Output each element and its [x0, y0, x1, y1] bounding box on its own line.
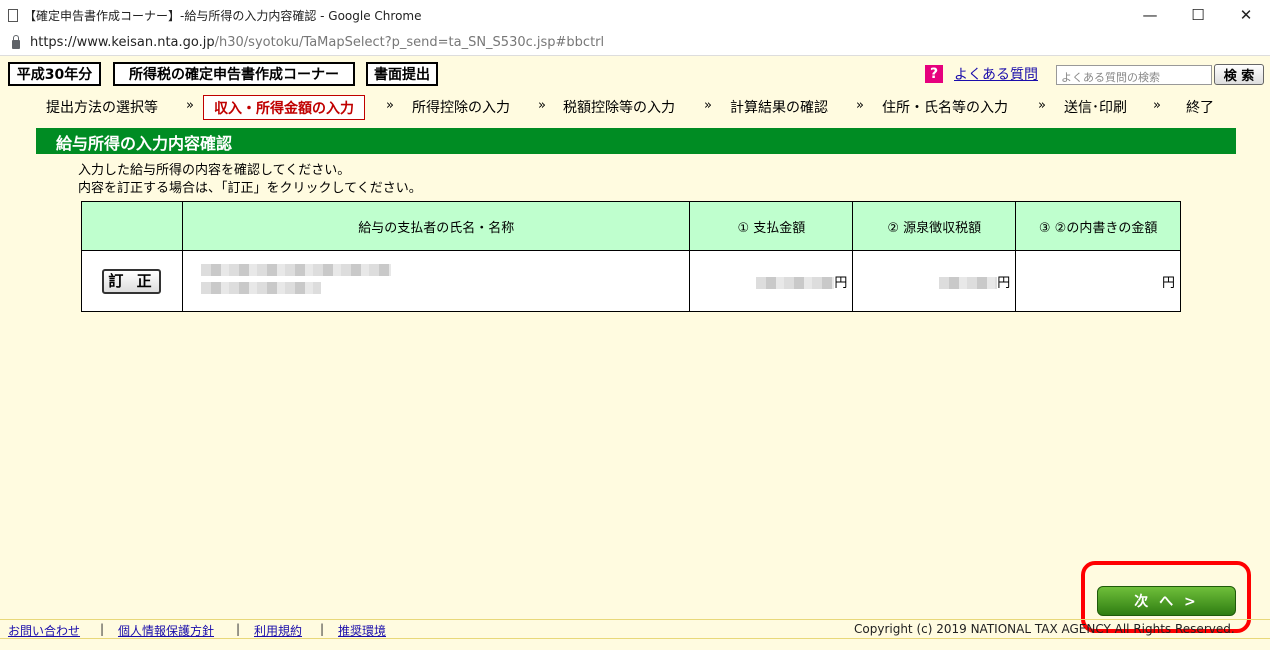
inner-amount-cell: 円 [1015, 250, 1181, 312]
footer-link-contact[interactable]: お問い合わせ [8, 622, 80, 639]
address-bar[interactable]: https://www.keisan.nta.go.jp/h30/syotoku… [0, 30, 1270, 56]
lock-icon [12, 34, 20, 49]
step-separator: » [186, 98, 194, 113]
column-header [81, 201, 183, 251]
column-header-withholding-tax: ② 源泉徴収税額 [852, 201, 1017, 251]
minimize-button[interactable]: — [1126, 0, 1174, 30]
faq-search-input[interactable]: よくある質問の検索 [1056, 65, 1212, 85]
column-header-payment-amount: ① 支払金額 [689, 201, 854, 251]
payment-amount-cell: 円 [689, 250, 854, 312]
step-separator: » [704, 98, 712, 113]
footer-separator: | [236, 622, 241, 636]
window-title: 【確定申告書作成コーナー】-給与所得の入力内容確認 - Google Chrom… [24, 8, 422, 23]
column-header-inner-amount: ③ ②の内書きの金額 [1015, 201, 1181, 251]
table-row: 訂 正 円 円 円 [81, 250, 1181, 312]
step-submission-method: 提出方法の選択等 [46, 100, 158, 116]
footer-link-terms[interactable]: 利用規約 [254, 622, 302, 639]
faq-link[interactable]: よくある質問 [954, 64, 1038, 84]
payer-name-cell [181, 250, 691, 312]
submission-mode-label: 書面提出 [366, 62, 438, 86]
tax-year-label: 平成30年分 [8, 62, 101, 86]
correct-button[interactable]: 訂 正 [102, 268, 162, 294]
step-deductions: 所得控除の入力 [412, 100, 510, 116]
footer-separator: | [100, 622, 105, 636]
yen-unit: 円 [834, 275, 848, 291]
page-icon [8, 8, 18, 22]
table-cell: 訂 正 [81, 250, 183, 312]
redacted-amount [756, 277, 835, 289]
step-separator: » [386, 98, 394, 113]
url-path: /h30/syotoku/TaMapSelect?p_send=ta_SN_S5… [214, 35, 605, 50]
step-address-name: 住所・氏名等の入力 [882, 100, 1008, 116]
step-separator: » [1038, 98, 1046, 113]
table-header-row: 給与の支払者の氏名・名称 ① 支払金額 ② 源泉徴収税額 ③ ②の内書きの金額 [81, 201, 1181, 251]
yen-unit: 円 [1161, 275, 1175, 291]
redacted-payer-name [200, 264, 391, 276]
instruction-text: 入力した給与所得の内容を確認してください。 [78, 163, 351, 178]
page-footer: お問い合わせ | 個人情報保護方針 | 利用規約 | 推奨環境 Copyrigh… [0, 619, 1270, 639]
column-header-payer-name: 給与の支払者の氏名・名称 [181, 201, 691, 251]
section-title: 給与所得の入力内容確認 [36, 128, 1236, 154]
instruction-text: 内容を訂正する場合は、「訂正」をクリックしてください。 [78, 181, 422, 196]
next-button[interactable]: 次 へ > [1097, 586, 1236, 616]
footer-link-privacy[interactable]: 個人情報保護方針 [118, 622, 214, 639]
site-header: 平成30年分 所得税の確定申告書作成コーナー 書面提出 ? よくある質問 よくあ… [0, 57, 1270, 92]
step-send-print: 送信･印刷 [1064, 100, 1127, 116]
progress-steps: 提出方法の選択等 » 収入・所得金額の入力 » 所得控除の入力 » 税額控除等の… [0, 95, 1270, 121]
help-icon[interactable]: ? [925, 65, 943, 83]
copyright: Copyright (c) 2019 NATIONAL TAX AGENCY A… [854, 622, 1235, 636]
step-separator: » [538, 98, 546, 113]
url-host: https://www.keisan.nta.go.jp [30, 35, 215, 50]
window-title-bar: 【確定申告書作成コーナー】-給与所得の入力内容確認 - Google Chrom… [0, 0, 1270, 30]
footer-separator: | [320, 622, 325, 636]
footer-link-environment[interactable]: 推奨環境 [338, 622, 386, 639]
step-separator: » [856, 98, 864, 113]
step-finish: 終了 [1186, 100, 1214, 116]
step-income-input-active: 収入・所得金額の入力 [203, 95, 365, 120]
redacted-payer-name [200, 282, 321, 294]
redacted-amount [939, 277, 998, 289]
search-button[interactable]: 検 索 [1214, 64, 1264, 85]
step-separator: » [1153, 98, 1161, 113]
corner-title: 所得税の確定申告書作成コーナー [113, 62, 355, 86]
step-calculation-result: 計算結果の確認 [730, 100, 828, 116]
withholding-tax-cell: 円 [852, 250, 1017, 312]
step-tax-credits: 税額控除等の入力 [563, 100, 675, 116]
salary-income-table: 給与の支払者の氏名・名称 ① 支払金額 ② 源泉徴収税額 ③ ②の内書きの金額 … [81, 201, 1181, 312]
yen-unit: 円 [997, 275, 1011, 291]
maximize-button[interactable]: ☐ [1174, 0, 1222, 30]
close-button[interactable]: ✕ [1222, 0, 1270, 30]
